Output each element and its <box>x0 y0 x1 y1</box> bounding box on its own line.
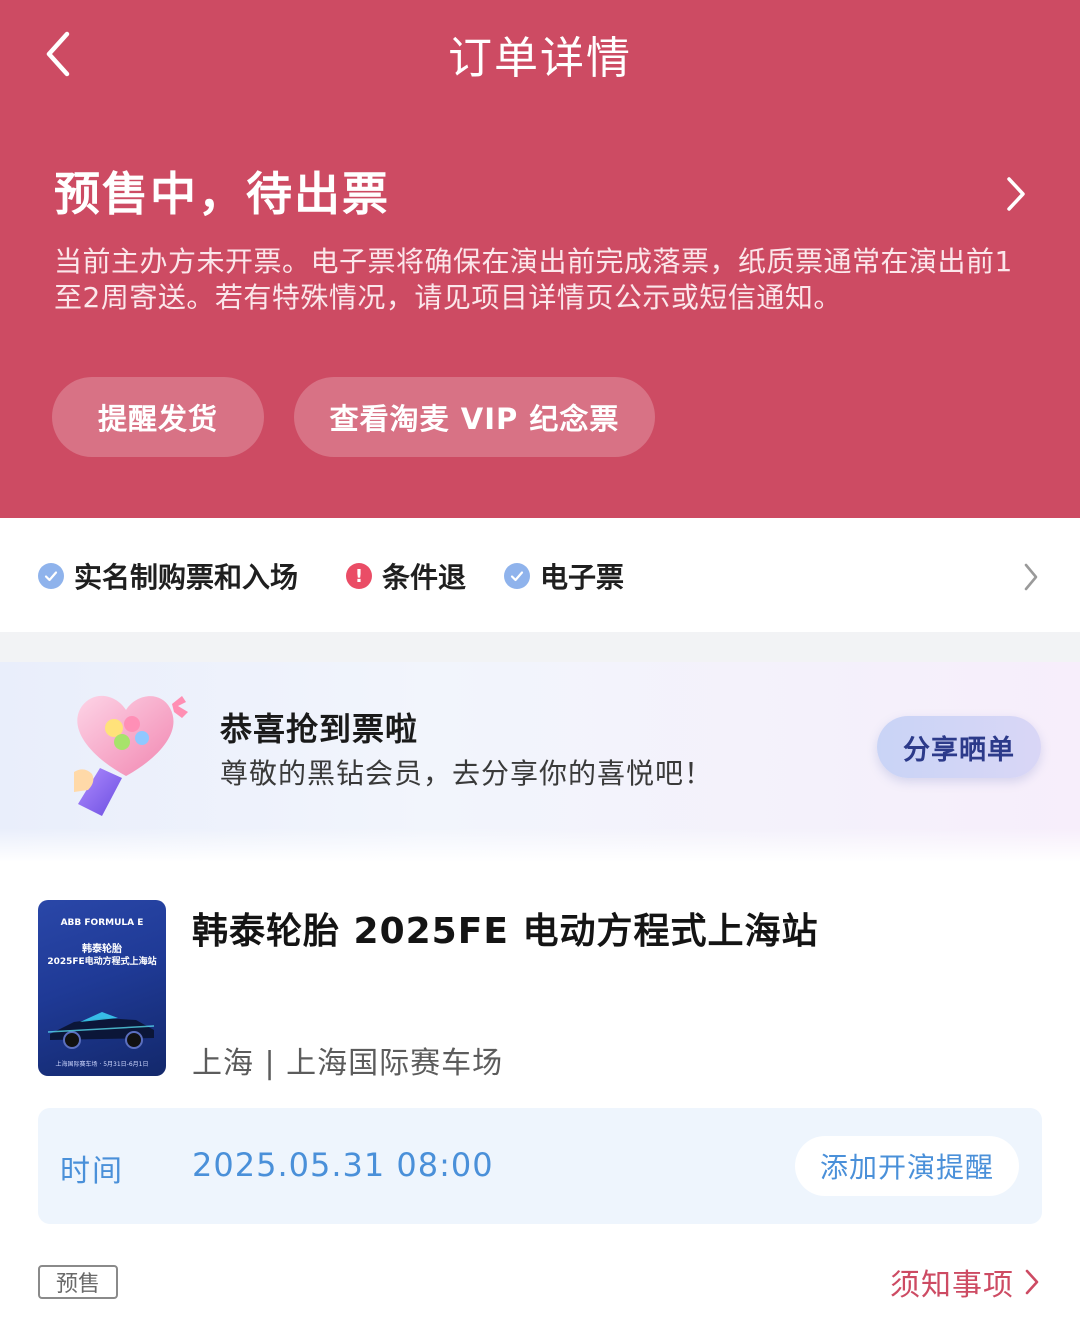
order-status-title[interactable]: 预售中，待出票 <box>54 158 390 224</box>
feature-e-ticket: 电子票 <box>504 556 624 596</box>
add-reminder-button[interactable]: 添加开演提醒 <box>795 1136 1019 1196</box>
celebration-banner: 恭喜抢到票啦 尊敬的黑钻会员，去分享你的喜悦吧！ 分享晒单 <box>0 662 1080 862</box>
race-car-icon <box>47 1012 155 1049</box>
page-title: 订单详情 <box>448 33 632 84</box>
banner-title: 恭喜抢到票啦 <box>220 710 419 748</box>
presale-badge: 预售 <box>38 1265 118 1299</box>
event-poster[interactable]: ABB FORMULA E 韩泰轮胎 2025FE电动方程式上海站 上海国际赛车… <box>38 900 166 1076</box>
banner-subtitle: 尊敬的黑钻会员，去分享你的喜悦吧！ <box>220 757 714 790</box>
event-card: ABB FORMULA E 韩泰轮胎 2025FE电动方程式上海站 上海国际赛车… <box>0 862 1080 1321</box>
check-circle-icon <box>504 563 530 589</box>
event-title[interactable]: 韩泰轮胎 2025FE 电动方程式上海站 <box>192 902 818 954</box>
feature-conditional-refund: ! 条件退 <box>346 556 466 596</box>
feature-label: 条件退 <box>382 561 467 594</box>
banner-fade <box>0 828 1080 862</box>
section-divider <box>0 632 1080 662</box>
poster-brand: ABB FORMULA E <box>60 918 144 928</box>
warning-circle-icon: ! <box>346 563 372 589</box>
light-stick-icon <box>56 676 196 826</box>
time-value: 2025.05.31 08:00 <box>192 1146 494 1184</box>
feature-real-name: 实名制购票和入场 <box>38 556 298 596</box>
ticket-features-row[interactable]: 实名制购票和入场 ! 条件退 电子票 <box>0 518 1080 632</box>
notice-link[interactable]: 须知事项 <box>890 1262 1042 1303</box>
order-status-description: 当前主办方未开票。电子票将确保在演出前完成落票，纸质票通常在演出前1至2周寄送。… <box>54 245 1013 314</box>
chevron-right-icon[interactable] <box>1018 560 1044 594</box>
feature-label: 实名制购票和入场 <box>74 561 299 594</box>
poster-footer: 上海国际赛车场 · 5月31日-6月1日 <box>55 1061 149 1068</box>
check-circle-icon <box>38 563 64 589</box>
status-detail-button[interactable] <box>996 172 1036 216</box>
poster-line-1: 韩泰轮胎 <box>82 944 122 955</box>
time-label: 时间 <box>60 1154 124 1189</box>
chevron-right-icon <box>1007 177 1025 211</box>
chevron-right-icon <box>1024 1267 1042 1297</box>
order-status-header: 订单详情 预售中，待出票 当前主办方未开票。电子票将确保在演出前完成落票，纸质票… <box>0 0 1080 518</box>
share-order-button[interactable]: 分享晒单 <box>877 716 1041 778</box>
remind-shipping-button[interactable]: 提醒发货 <box>52 377 264 457</box>
poster-line-2: 2025FE电动方程式上海站 <box>47 957 157 967</box>
notice-label: 须知事项 <box>890 1268 1014 1303</box>
event-venue: 上海 | 上海国际赛车场 <box>192 1046 504 1081</box>
feature-label: 电子票 <box>540 561 625 594</box>
view-vip-ticket-button[interactable]: 查看淘麦 VIP 纪念票 <box>294 377 655 457</box>
event-time-box: 时间 2025.05.31 08:00 添加开演提醒 <box>38 1108 1042 1224</box>
